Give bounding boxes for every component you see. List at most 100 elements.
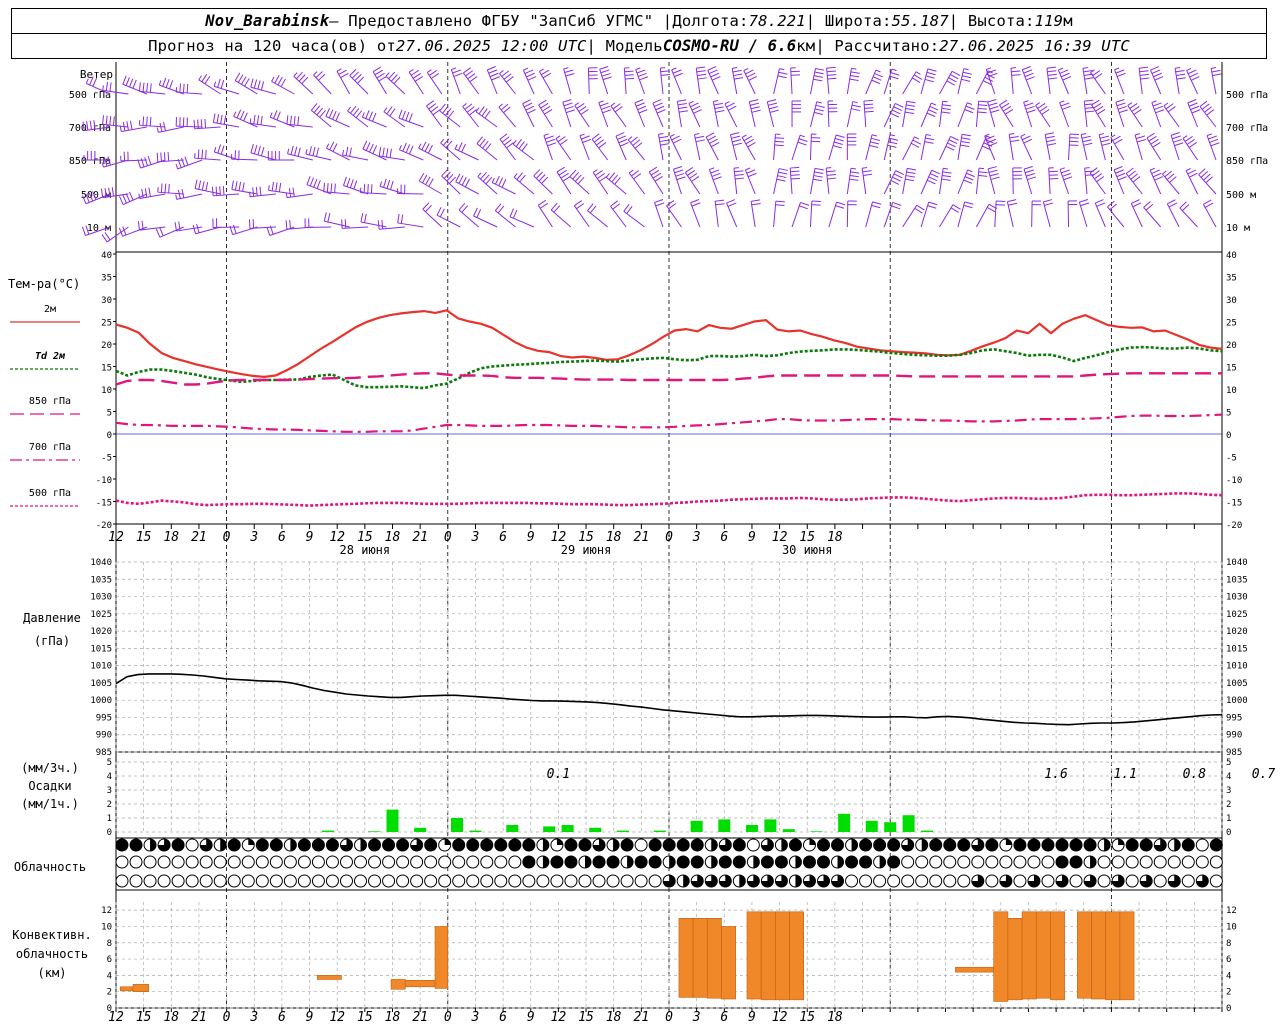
wind-barb-feather [654,102,663,107]
wind-barb-feather [636,69,646,74]
wind-barb [533,175,553,195]
wind-barb-feather [201,74,208,83]
wind-barb-feather [1004,109,1014,115]
wind-barb-feather [294,146,298,156]
wind-barb-feather [457,142,463,151]
wind-barb [748,101,756,128]
wind-barb-feather [863,173,873,176]
cloud-symbol [536,874,550,888]
wind-barb-feather [912,139,922,145]
wind-barb-feather [287,148,290,154]
wind-barb-feather [593,136,602,143]
cloud-symbol-fill [879,856,886,868]
wind-barb-feather [596,139,604,146]
wind-barb-feather [142,116,145,126]
wind-barb-feather [889,134,896,137]
cloud-symbol-fill [613,839,620,851]
precip-bar [506,825,519,832]
wind-barb-feather [628,169,634,174]
wind-barb-feather [452,69,462,74]
wind-barb-feather [799,205,808,210]
meteogram-chart: Ветер500 гПа 500 гПа700 гПа 700 гПа850 гПа… [8,62,1275,1024]
wind-barb-feather [630,136,638,144]
wind-barb-feather [730,132,740,136]
wind-barb-feather [978,100,988,103]
wind-barb-feather [813,78,823,82]
cloud-symbol [171,874,185,888]
cloud-symbol-fill [368,839,381,851]
wind-barb-feather [1212,73,1222,77]
wind-barb-feather [111,187,114,197]
cloud-symbol [297,874,311,888]
wind-barb-feather [383,178,387,188]
conv-ytick-label: 4 [107,971,112,981]
wind-barb-feather [1045,135,1055,139]
precip-label: 0.1 [547,767,570,782]
wind-barb-feather [374,69,383,76]
conv-bar [434,926,449,989]
wind-barb-feather [327,213,331,223]
wind-barb-feather [1136,139,1146,143]
wind-barb [1059,169,1070,195]
wind-barb-feather [849,78,859,82]
pressure-ytick-label: 1030 [90,593,112,603]
wind-barb-feather [912,77,921,84]
wind-barb-feather [1139,73,1149,76]
wind-barb-feather [255,186,258,197]
wind-barb-feather [850,71,860,74]
cloud-symbol [283,855,297,869]
cloud-symbol-fill [228,839,241,851]
wind-barb-feather [522,99,531,105]
wind-barb-feather [204,119,207,129]
wind-barb-feather [691,105,701,111]
wind-barb [360,192,387,195]
wind-barb-feather [478,106,485,115]
wind-barb-feather [560,172,569,179]
wind-barb-feather [637,72,647,77]
wind-barb-feather [118,196,124,205]
wind-barb-feather [499,133,508,140]
cloud-symbol-fill [444,839,451,845]
cloud-symbol [901,874,915,888]
cloud-symbol [1195,838,1209,852]
cloud-symbol [438,874,452,888]
cloud-symbol [943,855,957,869]
wind-barb-feather [864,110,874,113]
wind-barb-feather [960,141,970,144]
wind-barb-feather [313,178,318,188]
wind-barb-feather [442,138,450,146]
precip-bar [543,826,556,832]
wind-barb-feather [1089,167,1098,174]
precip-ytick-label-right: 4 [1226,772,1231,782]
cloud-symbol [227,855,241,869]
wind-barb-feather [401,110,406,120]
wind-barb-feather [365,110,370,119]
cloud-symbol [466,874,480,888]
wind-barb-feather [1061,169,1070,174]
wind-barb-feather [776,178,786,182]
wind-barb-feather [257,80,261,90]
conv-unit: (км) [38,966,67,980]
wind-barb-feather [1009,133,1015,135]
wind-barb-feather [285,192,288,198]
wind-barb-feather [815,104,825,108]
wind-level-label-right: 10 м [1226,223,1250,234]
temp-ytick-label-right: -10 [1226,476,1242,486]
cloud-symbol-fill [775,856,788,868]
wind-barb-feather [637,105,647,111]
wind-barb-feather [614,106,623,113]
wind-barb-feather [648,166,658,173]
wind-barb-feather [1084,99,1094,102]
wind-barb-feather [476,136,483,144]
wind-barb-feather [1189,72,1199,78]
wind-barb-feather [1117,105,1127,110]
cloud-symbol [325,874,339,888]
wind-barb-feather [964,176,974,181]
wind-barb-feather [696,70,706,73]
cloud-symbol [873,874,887,888]
time-tick-label-bottom: 3 [249,1010,258,1024]
wind-barb [562,102,572,128]
cloud-symbol-fill [795,856,802,868]
wind-barb-feather [488,69,498,74]
wind-barb-feather [432,109,441,116]
